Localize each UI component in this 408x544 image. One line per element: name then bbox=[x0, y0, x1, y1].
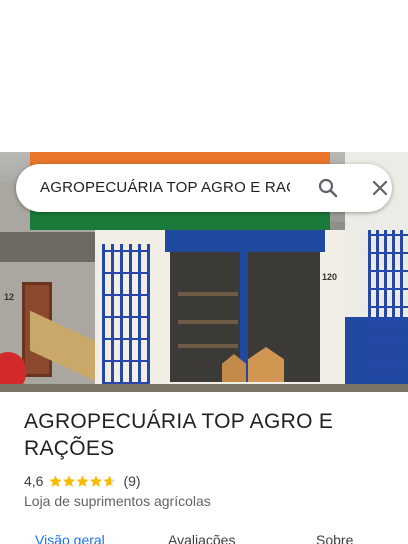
tab-reviews[interactable]: Avaliações bbox=[168, 532, 235, 544]
star-rating bbox=[49, 475, 117, 488]
photo-left-gate bbox=[102, 244, 150, 384]
tab-overview[interactable]: Visão geral bbox=[35, 532, 105, 544]
tab-about[interactable]: Sobre bbox=[316, 532, 353, 544]
photo-left-wall-roof bbox=[0, 232, 100, 262]
search-bar[interactable]: AGROPECUÁRIA TOP AGRO E RAÇÕ bbox=[16, 164, 392, 212]
photo-house-number-left: 12 bbox=[4, 292, 15, 302]
photo-shelf bbox=[178, 344, 238, 348]
photo-shelf bbox=[178, 292, 238, 296]
map-blank-area bbox=[0, 0, 408, 152]
place-category: Loja de suprimentos agrícolas bbox=[24, 493, 211, 509]
search-icon[interactable] bbox=[316, 176, 340, 200]
rating-row[interactable]: 4,6 (9) bbox=[24, 471, 141, 491]
photo-right-gate bbox=[368, 230, 408, 380]
place-title-line: AGROPECUÁRIA TOP AGRO E bbox=[24, 410, 334, 433]
review-count[interactable]: (9) bbox=[123, 473, 140, 489]
photo-ground bbox=[0, 384, 408, 392]
photo-shelf bbox=[178, 320, 238, 324]
photo-house-number-right: 120 bbox=[322, 272, 338, 282]
place-title-line: RAÇÕES bbox=[24, 437, 115, 460]
place-title: AGROPECUÁRIA TOP AGRO E RAÇÕES bbox=[24, 408, 384, 462]
close-icon[interactable] bbox=[368, 176, 392, 200]
search-input[interactable]: AGROPECUÁRIA TOP AGRO E RAÇÕ bbox=[40, 164, 290, 212]
stars-icon bbox=[49, 475, 116, 487]
tab-bar: Visão geral Avaliações Sobre bbox=[0, 528, 408, 544]
photo-blue-frame bbox=[165, 230, 325, 252]
photo-green-awning bbox=[30, 210, 330, 230]
rating-value: 4,6 bbox=[24, 473, 44, 489]
